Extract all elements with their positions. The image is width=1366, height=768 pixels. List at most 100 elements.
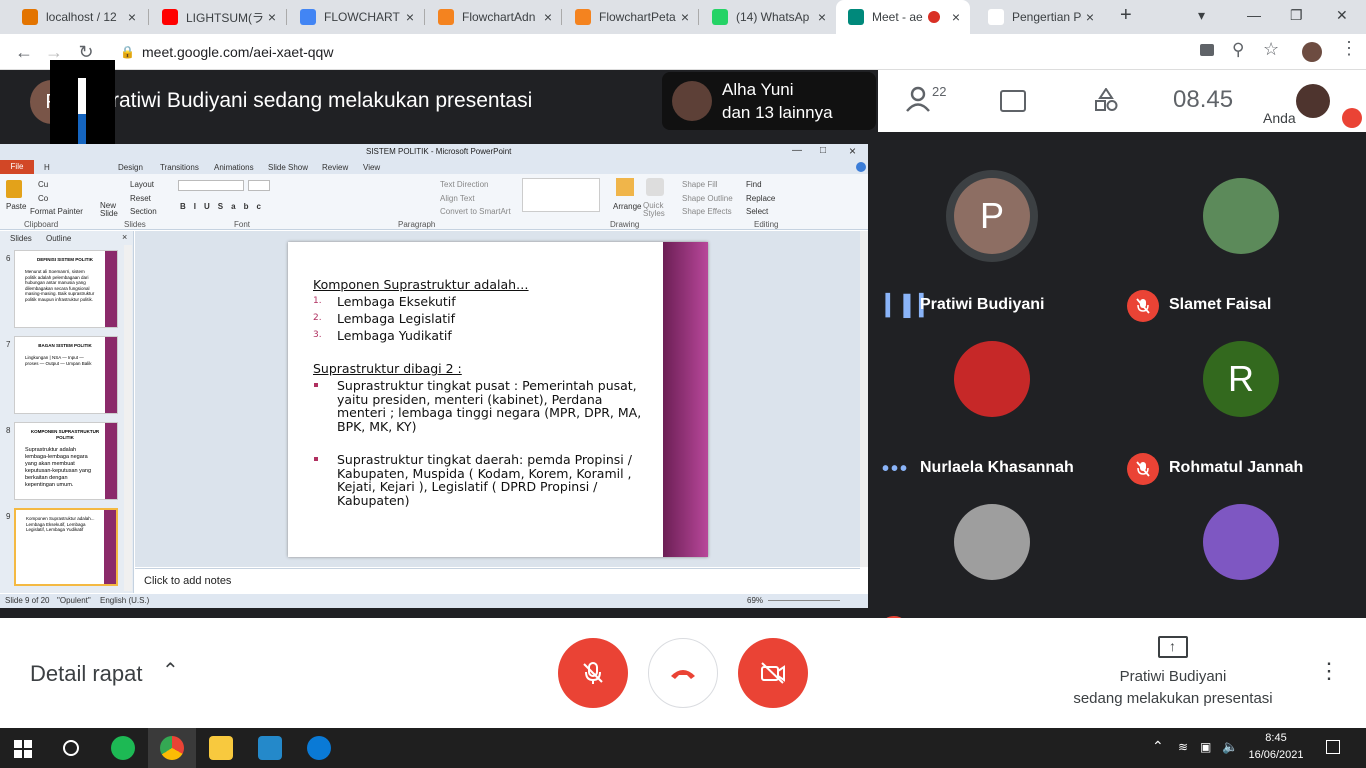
- browser-tab[interactable]: Meet - ae ×: [836, 0, 970, 34]
- pane-scrollbar[interactable]: [124, 245, 132, 591]
- editor-scrollbar[interactable]: [860, 231, 868, 567]
- browser-tab[interactable]: FLOWCHART ×: [288, 0, 424, 34]
- current-slide[interactable]: Komponen Suprastruktur adalah… 1. Lembag…: [288, 242, 708, 557]
- view-tab[interactable]: View: [363, 163, 380, 172]
- font-size-field[interactable]: [248, 180, 270, 191]
- find-button[interactable]: Find: [746, 180, 762, 189]
- tab-search-icon[interactable]: ▾: [1198, 7, 1205, 24]
- leave-call-button[interactable]: [648, 638, 718, 708]
- browser-tab[interactable]: FlowchartPeta ×: [563, 0, 699, 34]
- browser-tab[interactable]: (14) WhatsAp ×: [700, 0, 836, 34]
- profile-avatar[interactable]: [1302, 42, 1322, 62]
- slide-thumbnail[interactable]: KOMPONEN SUPRASTRUKTUR POLITIK Suprastru…: [14, 422, 118, 500]
- tab-close-icon[interactable]: ×: [948, 9, 964, 25]
- spotify-icon[interactable]: [111, 736, 135, 760]
- search-icon[interactable]: [63, 740, 79, 756]
- battery-icon[interactable]: ▣: [1200, 740, 1211, 754]
- present-screen-icon[interactable]: ↑: [1158, 636, 1188, 658]
- format-painter-button[interactable]: Format Painter: [30, 207, 83, 216]
- self-avatar[interactable]: [1296, 84, 1330, 118]
- review-tab[interactable]: Review: [322, 163, 348, 172]
- chrome-menu-icon[interactable]: ⋮: [1340, 38, 1358, 59]
- participant-tile[interactable]: R Rohmatul Jannah: [1117, 335, 1366, 497]
- volume-icon[interactable]: 🔈: [1222, 739, 1238, 755]
- tab-close-icon[interactable]: ×: [540, 9, 556, 25]
- new-slide-button[interactable]: New Slide: [100, 202, 122, 218]
- cut-button[interactable]: Cu: [38, 180, 48, 189]
- tab-close-icon[interactable]: ×: [124, 9, 140, 25]
- edge-icon[interactable]: [307, 736, 331, 760]
- minimize-icon[interactable]: —: [792, 145, 802, 156]
- bookmark-star-icon[interactable]: ☆: [1263, 39, 1279, 60]
- font-name-field[interactable]: [178, 180, 244, 191]
- quick-styles-icon[interactable]: [646, 178, 664, 196]
- tab-close-icon[interactable]: ×: [1082, 9, 1098, 25]
- shape-outline-button[interactable]: Shape Outline: [682, 194, 733, 203]
- file-explorer-icon[interactable]: [209, 736, 233, 760]
- new-tab-button[interactable]: +: [1120, 4, 1132, 27]
- font-style-buttons[interactable]: BIUSabc: [180, 202, 269, 211]
- chrome-icon[interactable]: [160, 736, 184, 760]
- close-window-icon[interactable]: ✕: [1336, 7, 1348, 24]
- tray-chevron-icon[interactable]: ⌃: [1152, 738, 1164, 755]
- paste-label[interactable]: Paste: [6, 202, 26, 211]
- activities-icon[interactable]: [1094, 87, 1118, 112]
- browser-tab[interactable]: localhost / 12 ×: [10, 0, 146, 34]
- vscode-icon[interactable]: [258, 736, 282, 760]
- back-icon[interactable]: ←: [12, 40, 36, 64]
- address-bar[interactable]: 🔒 meet.google.com/aei-xaet-qqw: [112, 39, 1292, 65]
- zoom-icon[interactable]: ⚲: [1232, 40, 1244, 60]
- notifications-icon[interactable]: [1326, 740, 1340, 754]
- shapes-gallery[interactable]: [522, 178, 600, 212]
- taskbar-time[interactable]: 8:45: [1246, 732, 1306, 744]
- copy-button[interactable]: Co: [38, 194, 48, 203]
- arrange-label[interactable]: Arrange: [613, 202, 641, 211]
- slide-thumbnail[interactable]: BAGAN SISTEM POLITIK Lingkungan | NSA — …: [14, 336, 118, 414]
- notes-pane[interactable]: Click to add notes: [135, 568, 860, 594]
- mic-off-button[interactable]: [558, 638, 628, 708]
- more-options-icon[interactable]: ⋮: [1318, 658, 1340, 684]
- tab-close-icon[interactable]: ×: [814, 9, 830, 25]
- minimize-window-icon[interactable]: —: [1247, 7, 1261, 23]
- zoom-slider[interactable]: [768, 600, 840, 601]
- restore-window-icon[interactable]: ❐: [1290, 7, 1303, 24]
- close-icon[interactable]: ×: [849, 144, 856, 158]
- align-text-button[interactable]: Align Text: [440, 194, 475, 203]
- participant-tile[interactable]: Slamet Faisal: [1117, 172, 1366, 334]
- file-tab[interactable]: File: [0, 160, 34, 174]
- tab-close-icon[interactable]: ×: [402, 9, 418, 25]
- participant-tile[interactable]: P ▎▌▎ Pratiwi Budiyani: [868, 172, 1117, 334]
- paste-icon[interactable]: [6, 180, 22, 198]
- slide-thumbnail-selected[interactable]: Komponen Suprastruktur adalah... Lembaga…: [14, 508, 118, 586]
- transitions-tab[interactable]: Transitions: [160, 163, 199, 172]
- pinned-participant-card[interactable]: Alha Yuni dan 13 lainnya: [662, 72, 876, 130]
- animations-tab[interactable]: Animations: [214, 163, 254, 172]
- replace-button[interactable]: Replace: [746, 194, 775, 203]
- tab-close-icon[interactable]: ×: [677, 9, 693, 25]
- browser-tab[interactable]: FlowchartAdn ×: [426, 0, 562, 34]
- slides-pane-tab[interactable]: Slides: [10, 234, 32, 243]
- design-tab[interactable]: Design: [118, 163, 143, 172]
- shape-effects-button[interactable]: Shape Effects: [682, 207, 732, 216]
- wifi-icon[interactable]: ≋: [1178, 740, 1188, 754]
- home-tab[interactable]: H: [44, 163, 50, 172]
- shape-fill-button[interactable]: Shape Fill: [682, 180, 718, 189]
- select-button[interactable]: Select: [746, 207, 768, 216]
- close-pane-icon[interactable]: ×: [122, 232, 127, 242]
- taskbar-date[interactable]: 16/06/2021: [1240, 749, 1312, 761]
- text-direction-button[interactable]: Text Direction: [440, 180, 488, 189]
- convert-smartart-button[interactable]: Convert to SmartArt: [440, 207, 511, 216]
- tab-close-icon[interactable]: ×: [264, 9, 280, 25]
- maximize-icon[interactable]: □: [820, 145, 826, 156]
- slide-thumbnail[interactable]: DEFINISI SISTEM POLITIK Menurut ali Soem…: [14, 250, 118, 328]
- help-icon[interactable]: [856, 162, 866, 172]
- participant-tile[interactable]: ••• Nurlaela Khasannah: [868, 335, 1117, 497]
- chat-icon[interactable]: [1000, 90, 1026, 112]
- meeting-details-button[interactable]: Detail rapat: [30, 661, 143, 687]
- chevron-up-icon[interactable]: ⌃: [162, 658, 179, 683]
- browser-tab[interactable]: LIGHTSUM(ラ ×: [150, 0, 286, 34]
- camera-off-button[interactable]: [738, 638, 808, 708]
- browser-tab[interactable]: Pengertian Pc ×: [976, 0, 1104, 34]
- slideshow-tab[interactable]: Slide Show: [268, 163, 308, 172]
- camera-icon[interactable]: [1200, 44, 1214, 56]
